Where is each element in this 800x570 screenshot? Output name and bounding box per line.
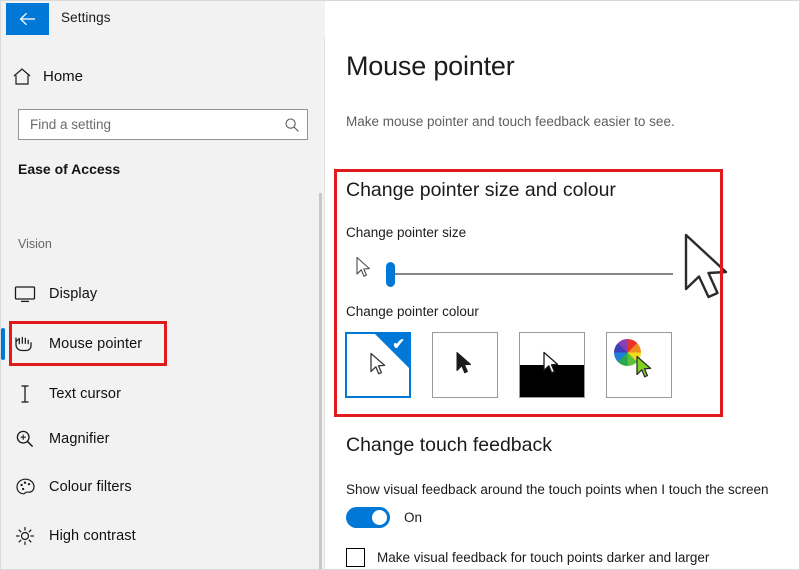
sidebar-item-home[interactable]: Home: [1, 59, 325, 93]
sidebar-item-high-contrast-label: High contrast: [49, 527, 136, 544]
pointer-size-slider-row: [346, 233, 786, 299]
page-subtitle: Make mouse pointer and touch feedback ea…: [346, 114, 675, 129]
sidebar-item-high-contrast[interactable]: High contrast: [1, 513, 325, 558]
monitor-icon: [1, 285, 49, 303]
small-pointer-preview-icon: [355, 256, 373, 285]
mouse-pointer-icon: [1, 334, 49, 354]
page-title: Mouse pointer: [346, 51, 515, 81]
window-title: Settings: [61, 10, 111, 25]
sidebar-item-text-cursor-label: Text cursor: [49, 385, 122, 402]
sidebar: Settings Home Ease of Access Vision: [1, 1, 325, 569]
sidebar-item-mouse-pointer[interactable]: Mouse pointer: [1, 321, 325, 366]
back-button[interactable]: [6, 3, 49, 35]
sidebar-item-colour-filters[interactable]: Colour filters: [1, 464, 325, 509]
pointer-size-label: Change pointer size: [346, 225, 467, 240]
text-cursor-icon: [1, 384, 49, 404]
search-box[interactable]: [18, 109, 308, 140]
sidebar-item-mouse-pointer-label: Mouse pointer: [49, 335, 143, 352]
sidebar-item-colour-filters-label: Colour filters: [49, 478, 132, 495]
touch-feedback-toggle-label: Show visual feedback around the touch po…: [346, 482, 769, 497]
large-pointer-preview-icon: [681, 231, 737, 312]
toggle-knob: [372, 510, 387, 525]
touch-feedback-checkbox-row[interactable]: Make visual feedback for touch points da…: [346, 548, 709, 567]
sidebar-item-magnifier[interactable]: Magnifier: [1, 416, 325, 461]
settings-window: Settings Home Ease of Access Vision: [0, 0, 800, 570]
main-content: Mouse pointer Make mouse pointer and tou…: [326, 1, 799, 569]
touch-feedback-toggle[interactable]: [346, 507, 390, 528]
pointer-size-slider-track[interactable]: [391, 273, 673, 275]
section-heading-pointer: Change pointer size and colour: [346, 179, 616, 201]
pointer-colour-swatch-black[interactable]: [432, 332, 498, 398]
touch-feedback-toggle-row: On: [346, 507, 422, 528]
title-bar: Settings: [1, 1, 325, 37]
white-pointer-preview-icon: [369, 352, 388, 383]
black-pointer-preview-icon: [455, 351, 474, 382]
home-icon: [1, 67, 43, 86]
magnifier-icon: [1, 429, 49, 449]
pointer-size-slider-thumb[interactable]: [386, 262, 395, 287]
pointer-colour-swatch-white[interactable]: ✔: [345, 332, 411, 398]
sidebar-category-title: Ease of Access: [18, 161, 121, 177]
pointer-colour-swatch-inverted[interactable]: [519, 332, 585, 398]
sidebar-item-magnifier-label: Magnifier: [49, 430, 110, 447]
sidebar-group-label: Vision: [18, 237, 52, 251]
touch-feedback-checkbox[interactable]: [346, 548, 365, 567]
sidebar-item-text-cursor[interactable]: Text cursor: [1, 371, 325, 416]
custom-pointer-preview-icon: [635, 355, 654, 386]
inverted-pointer-preview-icon: [542, 351, 561, 382]
search-input[interactable]: [19, 117, 277, 132]
pointer-colour-swatch-custom[interactable]: [606, 332, 672, 398]
pointer-colour-label: Change pointer colour: [346, 304, 479, 319]
back-arrow-icon: [19, 12, 37, 26]
check-icon: ✔: [392, 336, 405, 353]
pointer-colour-swatches: ✔: [345, 332, 672, 398]
search-icon[interactable]: [277, 117, 307, 133]
section-heading-touch: Change touch feedback: [346, 434, 552, 456]
sidebar-item-display-label: Display: [49, 285, 98, 302]
sidebar-scrollbar[interactable]: [319, 193, 322, 569]
touch-feedback-checkbox-label: Make visual feedback for touch points da…: [377, 550, 710, 565]
touch-feedback-toggle-state: On: [404, 510, 423, 525]
sidebar-item-home-label: Home: [43, 67, 84, 85]
sidebar-item-display[interactable]: Display: [1, 271, 325, 316]
brightness-icon: [1, 526, 49, 546]
palette-icon: [1, 477, 49, 497]
